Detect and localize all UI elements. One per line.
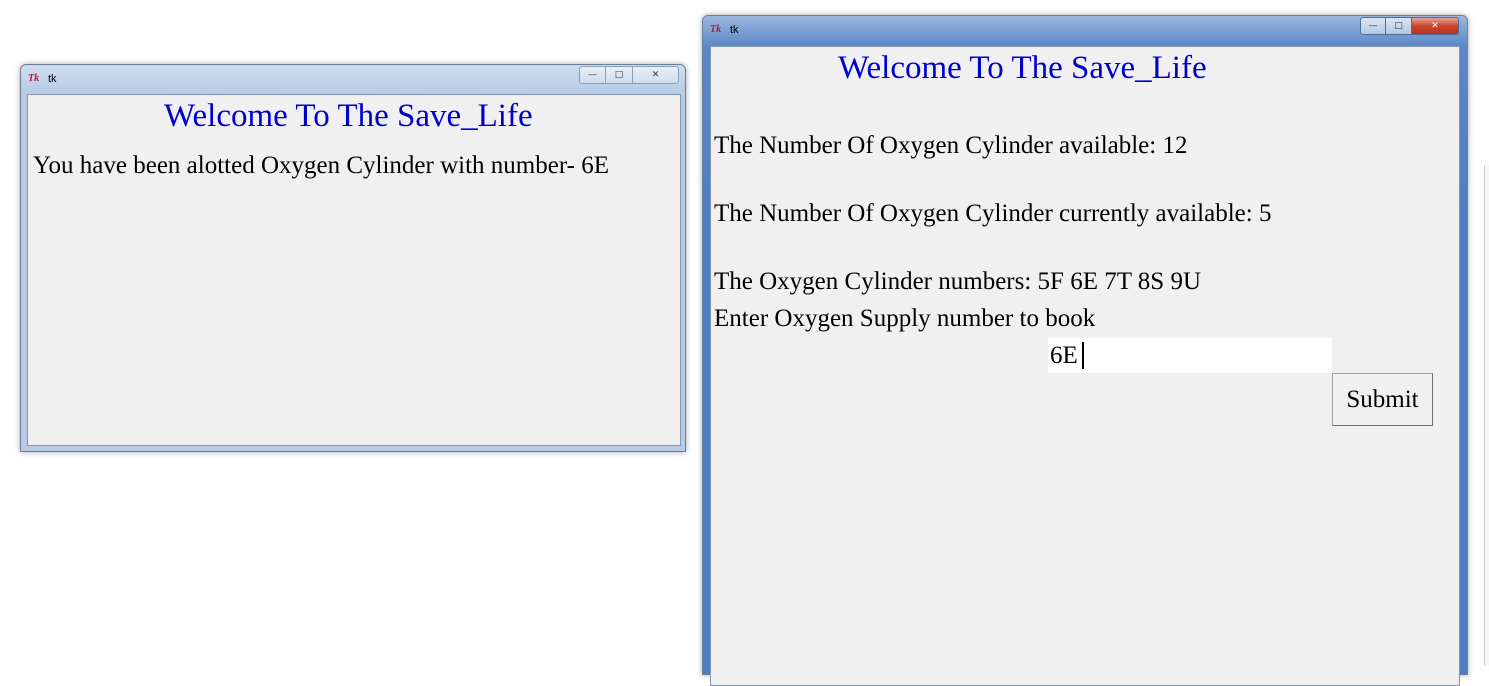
booking-prompt: Enter Oxygen Supply number to book bbox=[714, 305, 1096, 332]
window-controls: — □ ✕ bbox=[579, 66, 679, 84]
title-bar[interactable]: Tk tk — □ ✕ bbox=[21, 65, 685, 93]
maximize-icon[interactable]: □ bbox=[1386, 17, 1412, 35]
tk-feather-icon: Tk bbox=[710, 24, 722, 35]
window-client-area: Welcome To The Save_Life The Number Of O… bbox=[710, 46, 1460, 686]
maximize-icon[interactable]: □ bbox=[606, 66, 633, 84]
title-bar[interactable]: Tk tk — □ ✕ bbox=[703, 16, 1467, 44]
tk-feather-icon: Tk bbox=[28, 73, 40, 84]
total-available-label: The Number Of Oxygen Cylinder available:… bbox=[714, 132, 1188, 159]
cylinder-numbers-label: The Oxygen Cylinder numbers: 5F 6E 7T 8S… bbox=[714, 268, 1201, 295]
submit-button[interactable]: Submit bbox=[1332, 373, 1433, 426]
window-client-area: Welcome To The Save_Life You have been a… bbox=[27, 94, 681, 446]
allotment-window: Tk tk — □ ✕ Welcome To The Save_Life You… bbox=[20, 64, 686, 452]
text-caret bbox=[1082, 342, 1084, 369]
welcome-heading: Welcome To The Save_Life bbox=[838, 50, 1207, 86]
currently-available-label: The Number Of Oxygen Cylinder currently … bbox=[714, 200, 1272, 227]
close-icon[interactable]: ✕ bbox=[1412, 17, 1459, 35]
welcome-heading: Welcome To The Save_Life bbox=[164, 98, 533, 134]
window-controls: — □ ✕ bbox=[1360, 17, 1459, 35]
background-window-edge bbox=[1484, 165, 1489, 666]
booking-window: Tk tk — □ ✕ Welcome To The Save_Life The… bbox=[702, 15, 1468, 686]
minimize-icon[interactable]: — bbox=[1360, 17, 1386, 35]
close-icon[interactable]: ✕ bbox=[633, 66, 679, 84]
window-title: tk bbox=[730, 24, 739, 36]
supply-number-input[interactable] bbox=[1048, 338, 1332, 373]
allotment-message: You have been alotted Oxygen Cylinder wi… bbox=[33, 152, 610, 179]
window-title: tk bbox=[48, 73, 57, 85]
minimize-icon[interactable]: — bbox=[579, 66, 606, 84]
